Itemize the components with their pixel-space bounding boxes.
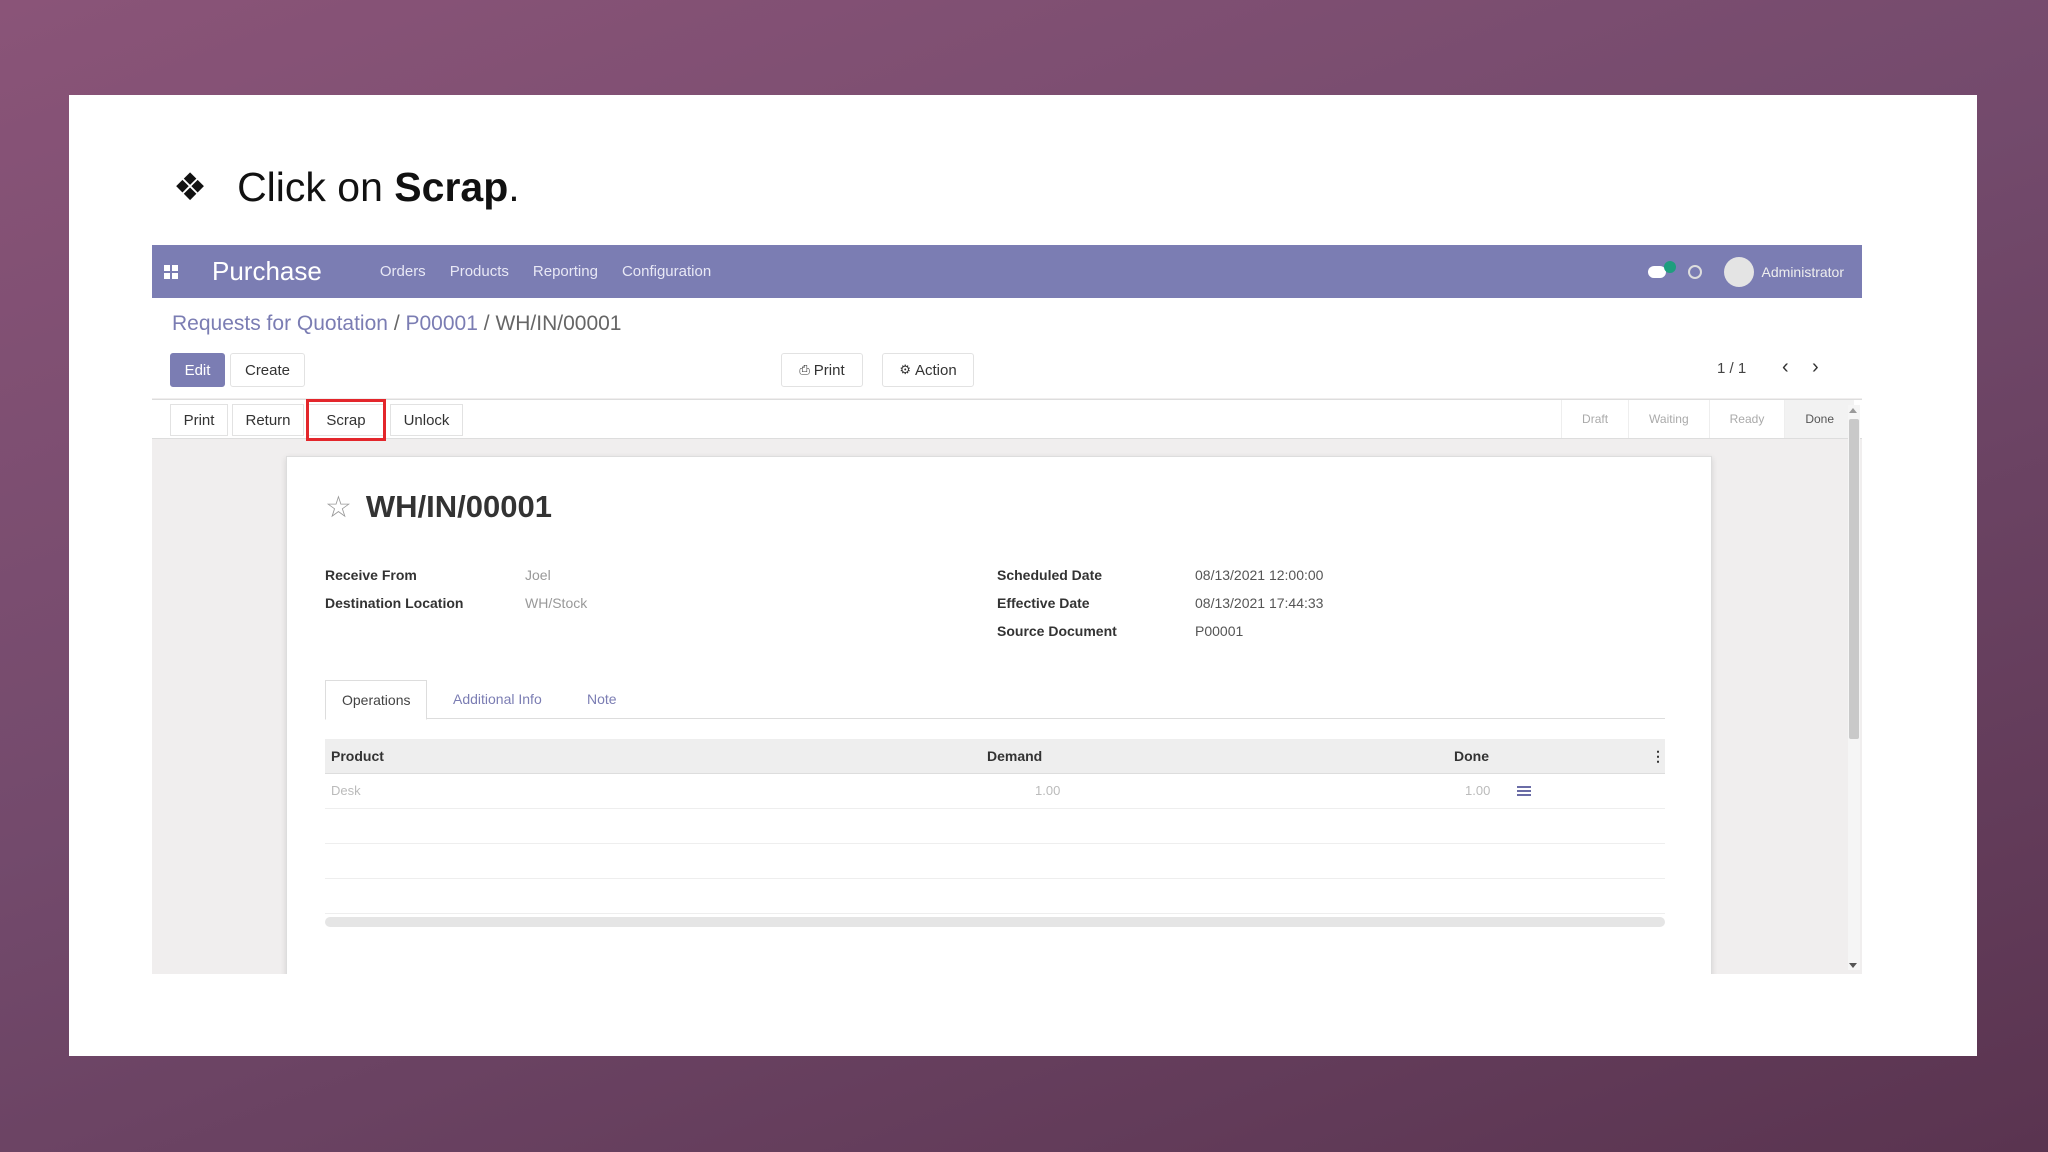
instruction-suffix: . (508, 163, 520, 210)
tab-operations[interactable]: Operations (325, 680, 428, 720)
scroll-down-icon[interactable] (1849, 963, 1857, 968)
avatar[interactable] (1723, 256, 1754, 287)
table-row (325, 809, 1665, 844)
scheduled-date-value: 08/13/2021 12:00:00 (1195, 567, 1324, 583)
row-product: Desk (331, 783, 361, 798)
pager-value[interactable]: 1 / 1 (1717, 360, 1746, 377)
edit-button[interactable]: Edit (170, 353, 225, 387)
header-demand[interactable]: Demand (987, 748, 1042, 764)
detailed-operations-icon[interactable] (1517, 786, 1531, 796)
scheduled-date-label: Scheduled Date (997, 567, 1103, 583)
print-button[interactable]: Print (170, 404, 228, 436)
operations-table: Product Demand Done ⋮ Desk 1.00 1.00 (325, 739, 1665, 914)
destination-location-value[interactable]: WH/Stock (525, 595, 587, 611)
navbar-right: Administrator (1647, 245, 1844, 298)
action-dropdown-button[interactable]: ⚙ Action (882, 353, 974, 387)
breadcrumb-rfq[interactable]: Requests for Quotation (172, 312, 388, 335)
header-done[interactable]: Done (1454, 748, 1489, 764)
slide: ❖ Click on Scrap . Purchase Orders Produ… (69, 95, 1977, 1056)
tab-additional-info[interactable]: Additional Info (437, 680, 558, 718)
form-sheet: ☆ WH/IN/00001 Receive From Joel Destinat… (286, 456, 1712, 974)
unlock-button[interactable]: Unlock (390, 404, 463, 436)
printer-icon: ⎙ (799, 362, 810, 378)
source-document-label: Source Document (997, 623, 1117, 639)
activity-clock-icon[interactable] (1687, 264, 1702, 279)
odoo-screenshot: Purchase Orders Products Reporting Confi… (152, 245, 1862, 974)
record-name: WH/IN/00001 (365, 489, 552, 524)
menu-configuration[interactable]: Configuration (622, 263, 711, 280)
table-row[interactable]: Desk 1.00 1.00 (325, 774, 1665, 809)
action-label: Action (914, 361, 957, 379)
menu-products[interactable]: Products (450, 263, 509, 280)
breadcrumb-po[interactable]: P00001 (406, 312, 478, 335)
scrollbar-thumb[interactable] (1849, 419, 1859, 739)
breadcrumb-current: WH/IN/00001 (495, 312, 622, 335)
apps-menu-icon[interactable] (164, 264, 178, 279)
chat-icon[interactable] (1647, 260, 1676, 278)
return-button[interactable]: Return (232, 404, 304, 436)
effective-date-value: 08/13/2021 17:44:33 (1195, 595, 1324, 611)
header-product[interactable]: Product (331, 748, 384, 764)
effective-date-label: Effective Date (997, 595, 1090, 611)
stage-ready: Ready (1708, 400, 1785, 438)
instruction-text: ❖ Click on Scrap . (173, 157, 520, 217)
destination-location-label: Destination Location (325, 595, 464, 611)
stage-draft: Draft (1561, 400, 1628, 438)
stage-done: Done (1784, 400, 1854, 438)
instruction-bold: Scrap (394, 163, 509, 210)
pager-previous-icon[interactable]: ‹ (1782, 356, 1789, 379)
gear-icon: ⚙ (899, 362, 911, 378)
main-menu: Orders Products Reporting Configuration (380, 263, 711, 280)
tab-note[interactable]: Note (571, 680, 633, 718)
scroll-up-icon[interactable] (1849, 408, 1857, 413)
horizontal-scrollbar[interactable] (325, 917, 1665, 927)
notebook-tabs: Operations Additional Info Note (325, 680, 1665, 720)
print-label: Print (813, 361, 845, 379)
menu-orders[interactable]: Orders (380, 263, 426, 280)
vertical-scrollbar[interactable] (1848, 405, 1860, 970)
instruction-prefix: Click on (237, 163, 395, 210)
table-header: Product Demand Done ⋮ (325, 739, 1665, 774)
breadcrumb-separator: / (483, 312, 490, 335)
app-title: Purchase (212, 256, 322, 286)
stage-waiting: Waiting (1628, 400, 1709, 438)
star-icon[interactable]: ☆ (325, 490, 352, 525)
table-row (325, 879, 1665, 914)
pager-next-icon[interactable]: › (1812, 356, 1819, 379)
record-title: ☆ WH/IN/00001 (325, 489, 552, 525)
user-name[interactable]: Administrator (1762, 264, 1844, 280)
row-demand: 1.00 (1035, 783, 1061, 798)
scrap-button[interactable]: Scrap (308, 404, 384, 436)
create-button[interactable]: Create (230, 353, 305, 387)
status-bar: Print Return Scrap Unlock Draft Waiting … (152, 399, 1862, 439)
breadcrumb: Requests for Quotation / P00001 / WH/IN/… (172, 312, 622, 336)
control-panel: Requests for Quotation / P00001 / WH/IN/… (152, 298, 1862, 398)
menu-reporting[interactable]: Reporting (533, 263, 598, 280)
breadcrumb-separator: / (393, 312, 400, 335)
print-dropdown-button[interactable]: ⎙ Print (781, 353, 863, 387)
bullet-icon: ❖ (173, 165, 208, 209)
receive-from-label: Receive From (325, 567, 417, 583)
column-options-icon[interactable]: ⋮ (1651, 748, 1665, 765)
source-document-value: P00001 (1195, 623, 1244, 639)
receive-from-value[interactable]: Joel (525, 567, 551, 583)
row-done: 1.00 (1465, 783, 1491, 798)
table-row (325, 844, 1665, 879)
chat-badge (1663, 260, 1676, 273)
top-navbar: Purchase Orders Products Reporting Confi… (152, 245, 1862, 298)
stage-pipeline: Draft Waiting Ready Done (1561, 400, 1854, 438)
